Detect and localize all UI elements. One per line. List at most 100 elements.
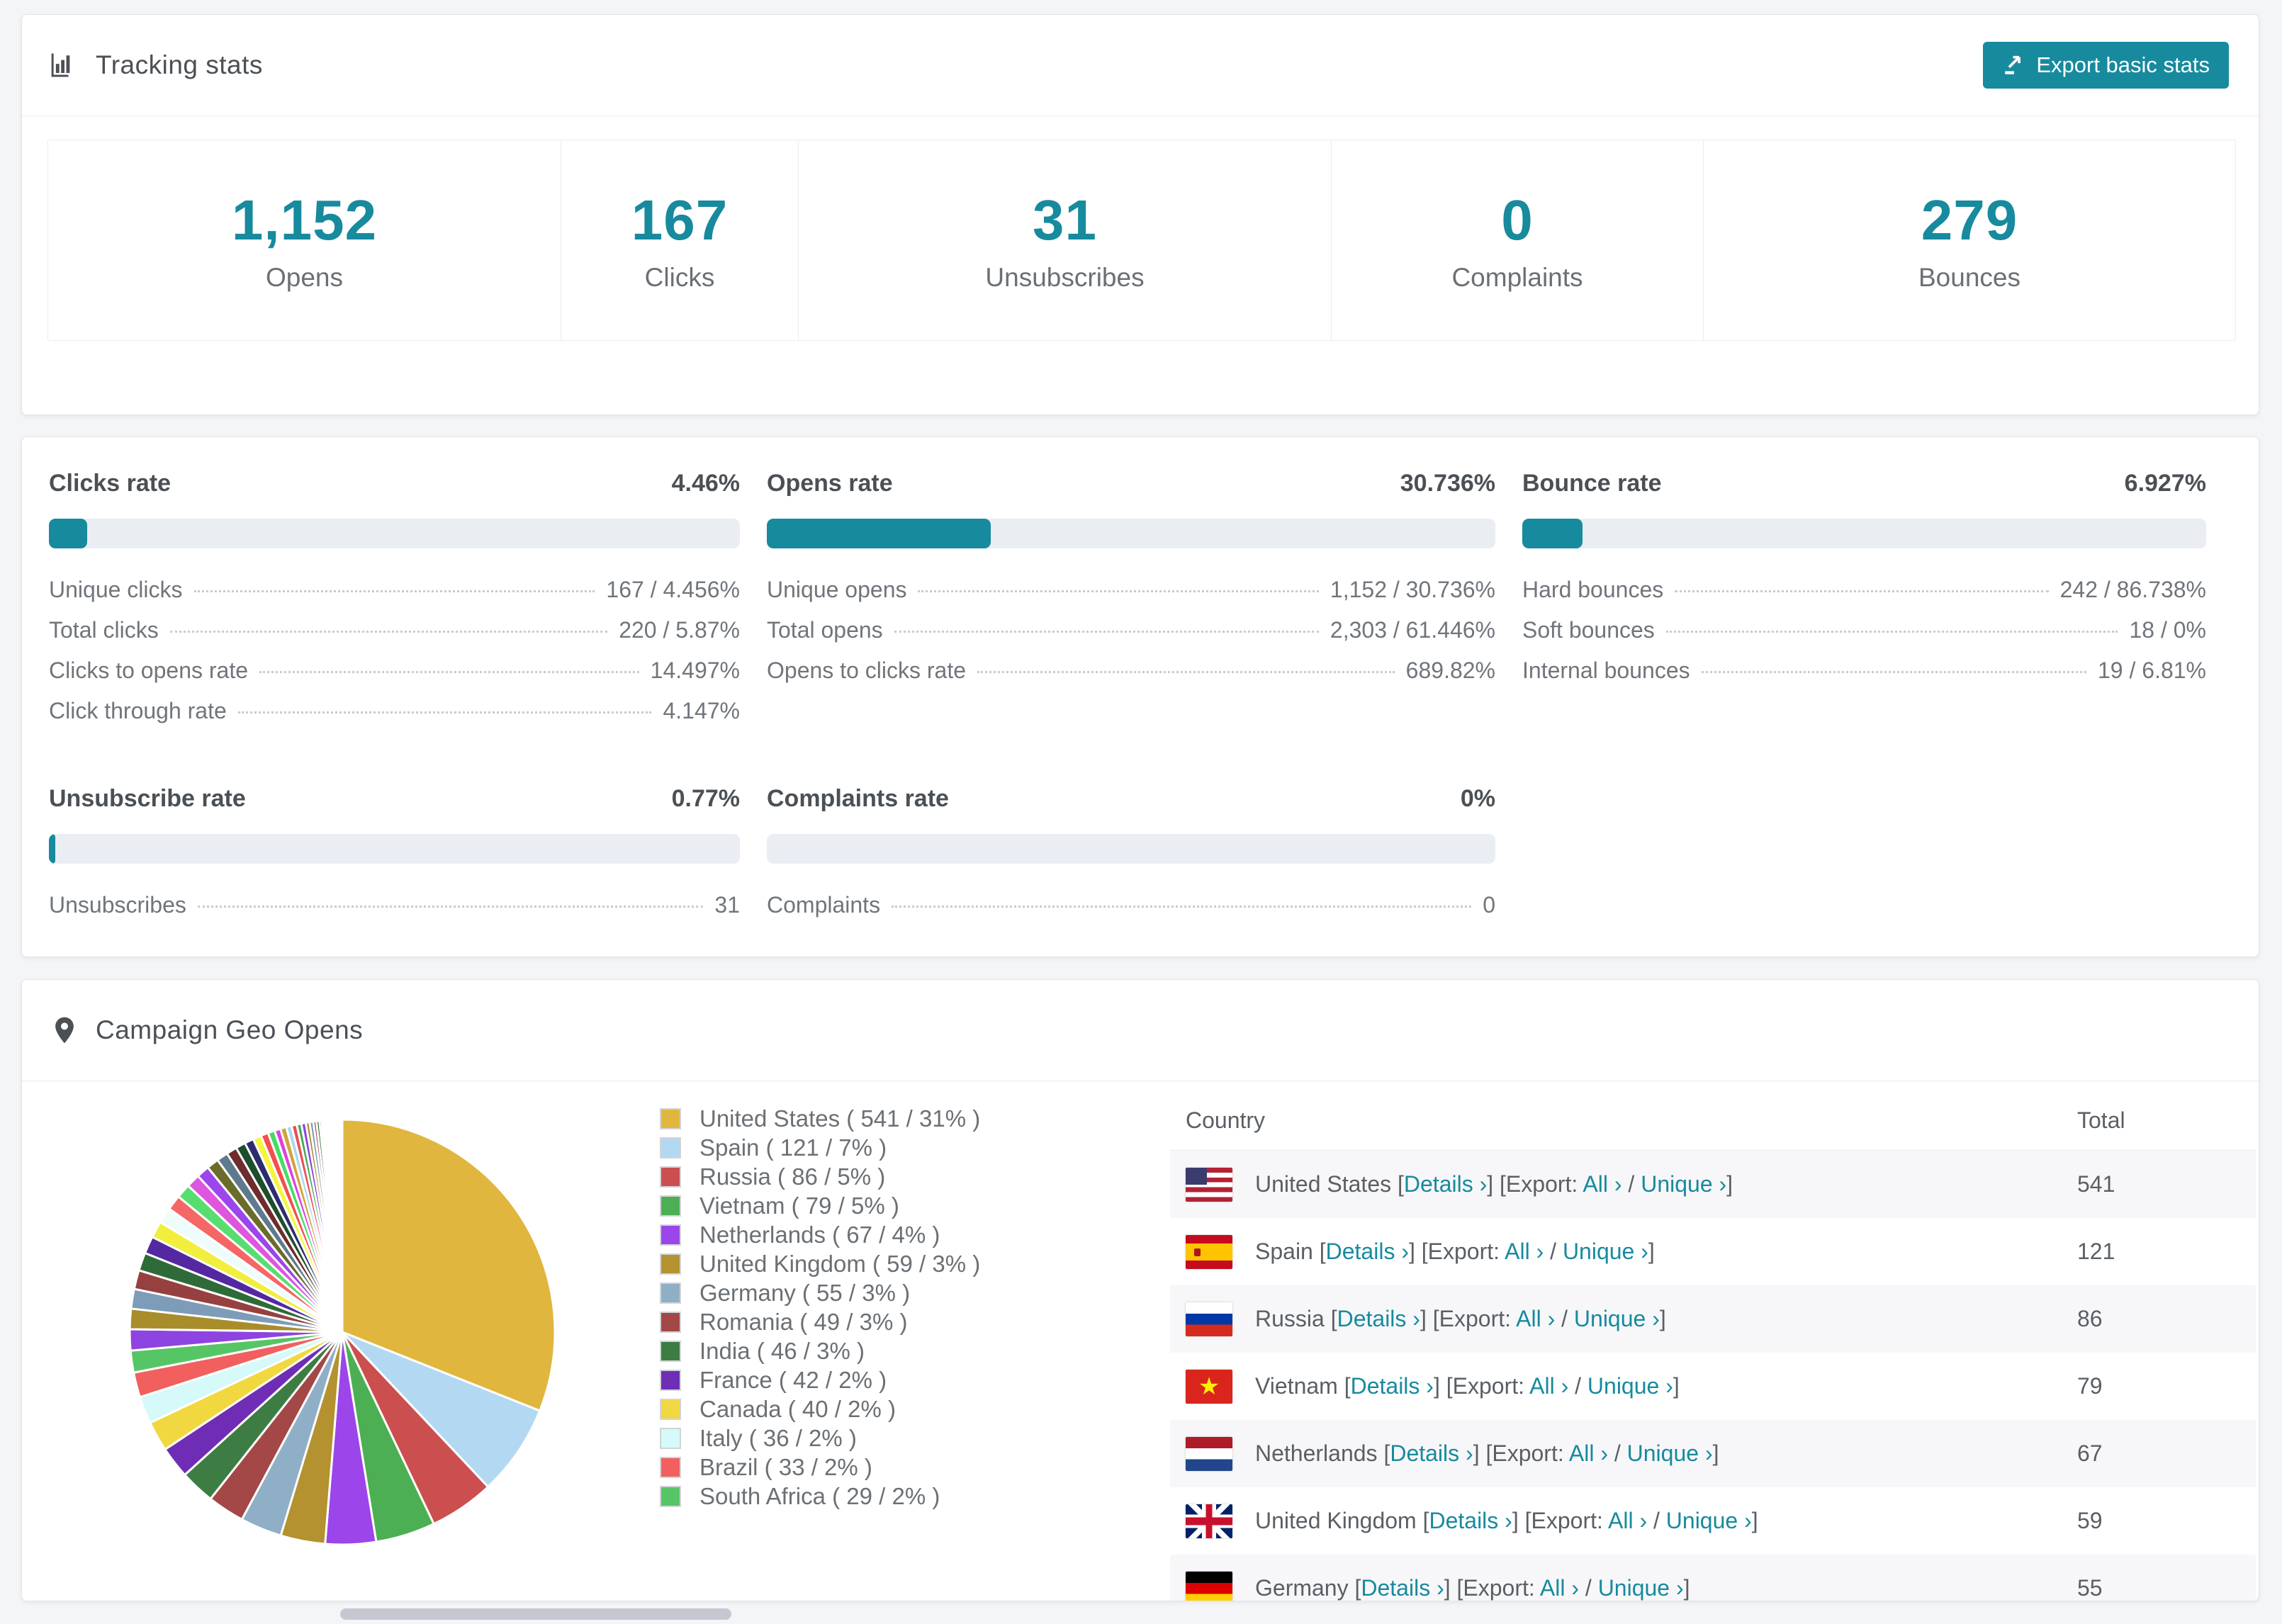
us-flag-icon	[1186, 1167, 1232, 1202]
legend-item[interactable]: Germany ( 55 / 3% )	[660, 1278, 980, 1307]
rate-progress-bar	[1522, 519, 2206, 548]
legend-item[interactable]: Brazil ( 33 / 2% )	[660, 1453, 980, 1482]
legend-swatch	[660, 1340, 681, 1362]
rate-detail-label: Clicks to opens rate	[49, 658, 249, 683]
export-basic-stats-button[interactable]: Export basic stats	[1983, 42, 2229, 89]
geo-opens-pie-chart	[128, 1118, 556, 1546]
rate-detail-row: Total clicks 220 / 5.87%	[49, 617, 740, 658]
export-unique-link[interactable]: Unique ›	[1574, 1306, 1660, 1331]
legend-label: Germany ( 55 / 3% )	[699, 1279, 911, 1306]
es-flag-icon	[1186, 1234, 1232, 1269]
vn-flag-icon	[1186, 1369, 1232, 1404]
legend-label: France ( 42 / 2% )	[699, 1366, 887, 1393]
export-all-link[interactable]: All ›	[1583, 1171, 1621, 1197]
legend-item[interactable]: Russia ( 86 / 5% )	[660, 1162, 980, 1191]
legend-item[interactable]: Canada ( 40 / 2% )	[660, 1394, 980, 1423]
legend-item[interactable]: United Kingdom ( 59 / 3% )	[660, 1249, 980, 1278]
details-link[interactable]: Details ›	[1351, 1373, 1434, 1399]
rate-detail-label: Soft bounces	[1522, 617, 1655, 643]
legend-item[interactable]: France ( 42 / 2% )	[660, 1365, 980, 1394]
rate-block: Bounce rate 6.927% Hard bounces 242 / 86.73…	[1522, 470, 2206, 738]
export-unique-link[interactable]: Unique ›	[1627, 1440, 1713, 1466]
rate-detail-label: Total clicks	[49, 617, 159, 643]
stat-value: 1,152	[231, 188, 378, 252]
rate-detail-label: Opens to clicks rate	[767, 658, 966, 683]
rate-detail-value: 220 / 5.87%	[619, 617, 740, 643]
stat-value: 0	[1501, 188, 1534, 252]
tracking-stats-header: Tracking stats Export basic stats	[22, 15, 2259, 116]
legend-item[interactable]: Vietnam ( 79 / 5% )	[660, 1191, 980, 1220]
country-total: 121	[2077, 1239, 2115, 1264]
legend-swatch	[660, 1398, 681, 1420]
rate-block: Complaints rate 0% Complaints 0	[767, 785, 1495, 932]
export-all-link[interactable]: All ›	[1569, 1440, 1608, 1466]
export-unique-link[interactable]: Unique ›	[1641, 1171, 1726, 1197]
rate-progress-fill	[767, 519, 991, 548]
legend-label: Italy ( 36 / 2% )	[699, 1424, 857, 1451]
rate-detail-value: 31	[714, 892, 740, 918]
table-row: United States [Details ›] [Export: All ›…	[1170, 1151, 2256, 1218]
export-all-link[interactable]: All ›	[1529, 1373, 1568, 1399]
stat-value: 279	[1921, 188, 2018, 252]
legend-swatch	[660, 1427, 681, 1449]
summary-card: 31 Unsubscribes	[798, 140, 1331, 340]
rate-title: Complaints rate	[767, 785, 949, 812]
rate-value: 0.77%	[671, 785, 740, 812]
rate-detail-value: 18 / 0%	[2129, 617, 2206, 643]
legend-label: Romania ( 49 / 3% )	[699, 1308, 908, 1335]
legend-item[interactable]: India ( 46 / 3% )	[660, 1336, 980, 1365]
legend-item[interactable]: South Africa ( 29 / 2% )	[660, 1482, 980, 1511]
dotted-leader	[259, 671, 639, 673]
details-link[interactable]: Details ›	[1390, 1440, 1473, 1466]
rate-title: Unsubscribe rate	[49, 785, 246, 812]
rate-detail-label: Unsubscribes	[49, 892, 186, 918]
rate-value: 0%	[1460, 785, 1495, 812]
details-link[interactable]: Details ›	[1404, 1171, 1487, 1197]
details-link[interactable]: Details ›	[1326, 1239, 1409, 1264]
details-link[interactable]: Details ›	[1429, 1508, 1512, 1533]
legend-item[interactable]: United States ( 541 / 31% )	[660, 1104, 980, 1133]
stat-label: Clicks	[644, 263, 715, 292]
legend-item[interactable]: Spain ( 121 / 7% )	[660, 1133, 980, 1162]
export-all-link[interactable]: All ›	[1516, 1306, 1555, 1331]
export-all-link[interactable]: All ›	[1505, 1239, 1544, 1264]
export-unique-link[interactable]: Unique ›	[1666, 1508, 1752, 1533]
country-name: Spain	[1255, 1239, 1320, 1264]
gb-flag-icon	[1186, 1504, 1232, 1538]
stat-value: 31	[1033, 188, 1097, 252]
table-row: United Kingdom [Details ›] [Export: All …	[1170, 1487, 2256, 1555]
dotted-leader	[169, 631, 608, 633]
country-total: 59	[2077, 1508, 2103, 1533]
country-links: United States [Details ›] [Export: All ›…	[1255, 1171, 1733, 1197]
rate-detail-row: Hard bounces 242 / 86.738%	[1522, 577, 2206, 617]
rate-detail-value: 1,152 / 30.736%	[1330, 577, 1495, 602]
legend-label: Netherlands ( 67 / 4% )	[699, 1221, 940, 1248]
dotted-leader	[977, 671, 1395, 673]
geo-opens-table: Country Total United States [Details ›] [E…	[1170, 1081, 2256, 1601]
country-name: United States	[1255, 1171, 1398, 1197]
details-link[interactable]: Details ›	[1361, 1575, 1444, 1601]
rate-value: 4.46%	[671, 470, 740, 497]
legend-item[interactable]: Romania ( 49 / 3% )	[660, 1307, 980, 1336]
export-button-label: Export basic stats	[2036, 52, 2210, 77]
legend-swatch	[660, 1166, 681, 1188]
export-unique-link[interactable]: Unique ›	[1598, 1575, 1684, 1601]
horizontal-scrollbar-thumb[interactable]	[340, 1608, 731, 1620]
legend-item[interactable]: Italy ( 36 / 2% )	[660, 1423, 980, 1453]
export-unique-link[interactable]: Unique ›	[1587, 1373, 1673, 1399]
export-unique-link[interactable]: Unique ›	[1563, 1239, 1648, 1264]
export-all-link[interactable]: All ›	[1608, 1508, 1647, 1533]
details-link[interactable]: Details ›	[1337, 1306, 1420, 1331]
legend-swatch	[660, 1137, 681, 1158]
dotted-leader	[1701, 671, 2086, 673]
rate-detail-row: Unsubscribes 31	[49, 892, 740, 932]
rate-detail-value: 0	[1483, 892, 1495, 918]
rate-detail-row: Soft bounces 18 / 0%	[1522, 617, 2206, 658]
rate-progress-bar	[767, 834, 1495, 864]
country-name: Germany	[1255, 1575, 1355, 1601]
column-header-country: Country	[1186, 1107, 1266, 1133]
country-name: Vietnam	[1255, 1373, 1344, 1399]
export-all-link[interactable]: All ›	[1540, 1575, 1579, 1601]
rate-detail-value: 2,303 / 61.446%	[1330, 617, 1495, 643]
legend-item[interactable]: Netherlands ( 67 / 4% )	[660, 1220, 980, 1249]
